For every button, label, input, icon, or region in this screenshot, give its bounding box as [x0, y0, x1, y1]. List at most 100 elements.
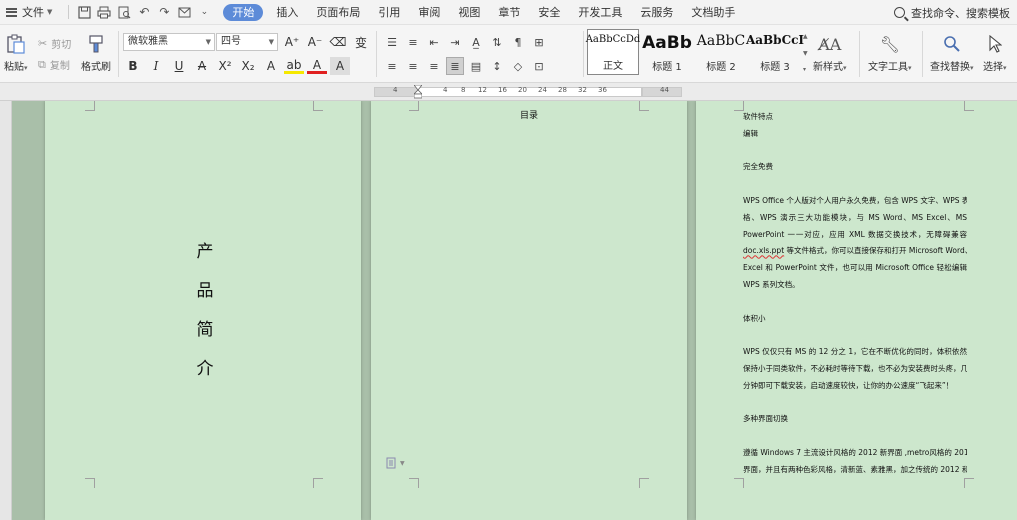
menu-bar: 文件 ▼ ↶ ↷ ⌄ 开始 插入 页面布局 引用 审阅 视图 章节 安全 开发工…: [0, 0, 1017, 25]
tab-insert[interactable]: 插入: [267, 0, 307, 25]
find-replace-label: 查找替换: [930, 62, 970, 73]
margin-corner: [639, 478, 649, 488]
tab-review[interactable]: 审阅: [409, 0, 449, 25]
chevron-up-icon[interactable]: ▲: [803, 33, 812, 40]
paragraph-text: 等文件格式，你可以直接保存和打开 Microsoft Word、: [786, 246, 967, 256]
shrink-font-icon[interactable]: A⁻: [305, 33, 325, 51]
sort-icon[interactable]: ⇅: [488, 33, 506, 51]
file-menu[interactable]: 文件 ▼: [0, 0, 58, 25]
tab-view[interactable]: 视图: [449, 0, 489, 25]
save-icon[interactable]: [75, 3, 93, 21]
style-heading-3[interactable]: AaBbCcI 标题 3: [746, 29, 804, 75]
numbered-list-icon[interactable]: ≡: [404, 33, 422, 51]
align-left-icon[interactable]: ≡: [383, 57, 401, 75]
customize-toolbar-icon[interactable]: ⌄: [195, 3, 213, 21]
show-marks-icon[interactable]: ¶: [509, 33, 527, 51]
title-char: 介: [196, 359, 214, 379]
strikethrough-icon[interactable]: A: [192, 57, 212, 75]
undo-icon[interactable]: ↶: [135, 3, 153, 21]
align-center-icon[interactable]: ≡: [404, 57, 422, 75]
ribbon: 粘贴▾ ✂ 剪切 ⧉ 复制 格式刷 微软雅黑 ▼ 四号 ▼ A⁺ A⁻ ⌫ 变 …: [0, 25, 1017, 83]
redo-icon[interactable]: ↷: [155, 3, 173, 21]
font-size-select[interactable]: 四号 ▼: [216, 33, 278, 51]
style-name: 正文: [603, 61, 623, 72]
phonetic-guide-icon[interactable]: 变: [351, 33, 371, 51]
tab-chapter[interactable]: 章节: [489, 0, 529, 25]
command-search[interactable]: 查找命令、搜索模板: [894, 0, 1010, 25]
paragraph-line: Excel 和 PowerPoint 文件，也可以用 Microsoft Off…: [743, 263, 967, 273]
subscript-icon[interactable]: X₂: [238, 57, 258, 75]
tab-doc-assistant[interactable]: 文档助手: [682, 0, 744, 25]
italic-icon[interactable]: I: [146, 57, 166, 75]
horizontal-ruler[interactable]: 4 4 8 12 16 20 24 28 32 36 44: [0, 83, 1017, 101]
paste-button[interactable]: 粘贴▾: [4, 33, 28, 73]
page-2[interactable]: 目录 ▼: [371, 101, 687, 520]
clear-format-icon[interactable]: ⌫: [328, 33, 348, 51]
tab-references[interactable]: 引用: [369, 0, 409, 25]
shading-icon[interactable]: ◇: [509, 57, 527, 75]
document-area[interactable]: 产 品 简 介 目录 ▼ 软件特点 编辑 完全免费 WPS Office 个人版…: [0, 101, 1017, 520]
underline-icon[interactable]: U: [169, 57, 189, 75]
table-borders-icon[interactable]: ⊡: [530, 57, 548, 75]
product-intro-title: 产 品 简 介: [195, 237, 215, 379]
font-color-icon[interactable]: A: [307, 58, 327, 74]
page-3[interactable]: 软件特点 编辑 完全免费 WPS Office 个人版对个人用户永久免费，包含 …: [696, 101, 1017, 520]
text-effect-icon[interactable]: A: [261, 57, 281, 75]
justify-icon[interactable]: ≣: [446, 57, 464, 75]
bullet-list-icon[interactable]: ☰: [383, 33, 401, 51]
paragraph-line: 保持小于同类软件，不必耗时等待下载，也不必为安装费时头疼，几: [743, 363, 967, 373]
select-button[interactable]: 选择▾: [983, 33, 1007, 73]
find-replace-button[interactable]: 查找替换▾: [930, 33, 974, 73]
char-shading-icon[interactable]: A: [330, 57, 350, 75]
text-tools-label: 文字工具: [868, 62, 908, 73]
tab-developer[interactable]: 开发工具: [569, 0, 631, 25]
superscript-icon[interactable]: X²: [215, 57, 235, 75]
format-painter-button[interactable]: 格式刷: [81, 33, 111, 73]
chinese-layout-icon[interactable]: A̲: [467, 33, 485, 51]
style-heading-1[interactable]: AaBb 标题 1: [641, 29, 693, 75]
ruler-tick: 20: [518, 86, 527, 94]
tab-home[interactable]: 开始: [223, 3, 264, 21]
margin-corner: [85, 478, 95, 488]
text-tools-button[interactable]: 🔧︎ 文字工具▾: [868, 33, 912, 74]
style-normal[interactable]: AaBbCcDd 正文: [586, 29, 640, 75]
bold-icon[interactable]: B: [123, 57, 143, 75]
page-1[interactable]: 产 品 简 介: [45, 101, 361, 520]
font-name-select[interactable]: 微软雅黑 ▼: [123, 33, 215, 51]
style-heading-2[interactable]: AaBbC 标题 2: [695, 29, 747, 75]
subheading: 完全免费: [743, 162, 773, 172]
indent-marker-icon[interactable]: [414, 85, 422, 99]
chevron-down-icon[interactable]: ▼: [803, 50, 812, 57]
align-right-icon[interactable]: ≡: [425, 57, 443, 75]
increase-indent-icon[interactable]: ⇥: [446, 33, 464, 51]
print-preview-icon[interactable]: [115, 3, 133, 21]
distributed-icon[interactable]: ▤: [467, 57, 485, 75]
paragraph-line: 界面，并且有两种色彩风格，清新蓝、素雅黑，加之传统的 2012 和: [743, 464, 967, 474]
cut-button[interactable]: ✂ 剪切: [38, 36, 71, 51]
style-sample: AaBb: [642, 33, 692, 53]
tab-cloud[interactable]: 云服务: [631, 0, 682, 25]
ruler-tick: 24: [538, 86, 547, 94]
expand-icon[interactable]: ▾: [803, 66, 812, 73]
new-style-button[interactable]: A̸A 新样式▾: [813, 33, 847, 74]
grow-font-icon[interactable]: A⁺: [282, 33, 302, 51]
paste-label: 粘贴: [4, 62, 24, 73]
borders-icon[interactable]: ⊞: [530, 33, 548, 51]
tab-security[interactable]: 安全: [529, 0, 569, 25]
highlight-icon[interactable]: ab: [284, 58, 304, 74]
tab-page-layout[interactable]: 页面布局: [307, 0, 369, 25]
ruler-tick: 8: [461, 86, 466, 94]
copy-button[interactable]: ⧉ 复制: [38, 57, 70, 73]
vertical-ruler[interactable]: [0, 101, 12, 520]
subheading: 体积小: [743, 313, 766, 323]
decrease-indent-icon[interactable]: ⇤: [425, 33, 443, 51]
mail-icon[interactable]: [175, 3, 193, 21]
chevron-down-icon: ▼: [400, 459, 405, 467]
font-format-tools: B I U A X² X₂ A ab A A: [123, 57, 350, 75]
line-spacing-icon[interactable]: ↕: [488, 57, 506, 75]
toc-insert-control[interactable]: ▼: [386, 457, 405, 469]
print-icon[interactable]: [95, 3, 113, 21]
styles-scroll[interactable]: ▲ ▼ ▾: [803, 33, 812, 73]
